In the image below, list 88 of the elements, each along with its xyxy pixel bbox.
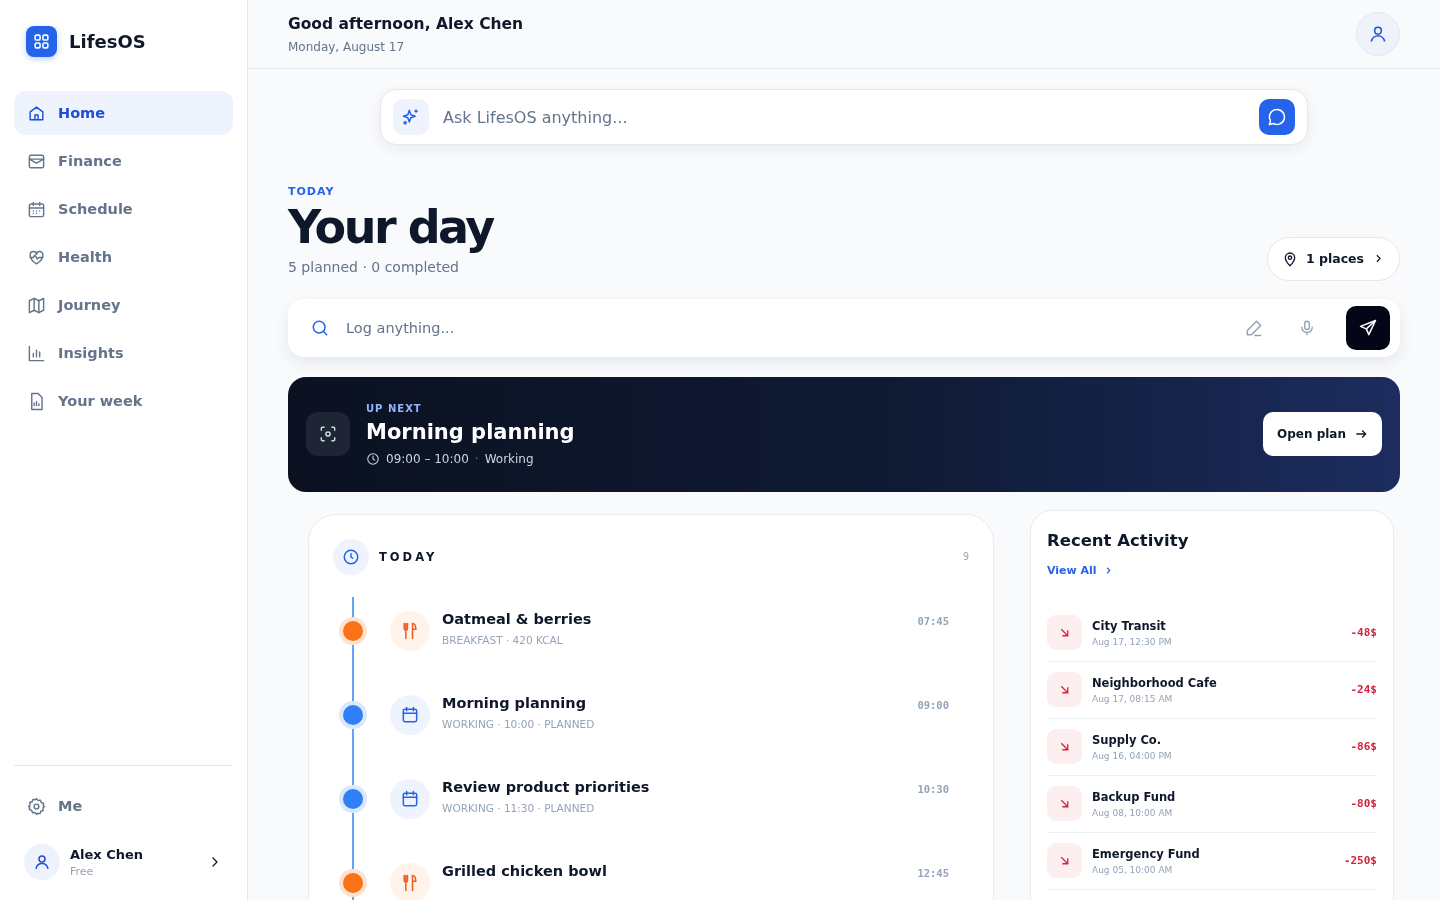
log-field[interactable]: Log anything... (344, 318, 1230, 337)
transaction-name: City Transit (1092, 618, 1167, 633)
avatar-icon (24, 844, 60, 880)
transaction-amount: -86$ (1350, 740, 1377, 754)
nav-item[interactable]: Finance (14, 139, 233, 183)
event-time: 12:45 (917, 866, 949, 879)
utensils-icon (390, 610, 430, 651)
up-next-label: UP NEXT (366, 402, 423, 414)
calendar-icon (390, 694, 430, 735)
event-title: Morning planning (442, 694, 588, 711)
view-all-link[interactable]: View All (1047, 563, 1114, 577)
nav-item[interactable]: Health (14, 235, 233, 279)
card-title: Recent Activity (1047, 530, 1190, 550)
focus-icon (306, 412, 350, 457)
item-count: 9 (962, 551, 969, 563)
nav-item[interactable]: Insights (14, 331, 233, 375)
arrow-down-right-icon (1047, 615, 1082, 651)
ask-bar[interactable]: Ask LifesOS anything... (380, 89, 1308, 145)
event-title: Morning planning (366, 419, 576, 444)
transaction-date: Aug 05, 10:00 AM (1092, 864, 1174, 875)
greeting: Good afternoon, Alex Chen (288, 14, 524, 33)
chat-bubble-icon (1267, 107, 1287, 127)
event-details: WORKING · 11:30 · PLANNED (442, 801, 596, 814)
settings-icon (27, 796, 46, 816)
event-details: BREAKFAST · 420 KCAL (442, 633, 564, 646)
timeline-dot (343, 788, 363, 809)
arrow-down-right-icon (1047, 843, 1082, 879)
places-button[interactable]: 1 places (1266, 236, 1400, 281)
event-time: 09:00 (917, 698, 949, 711)
nav-item[interactable]: Journey (14, 283, 233, 327)
timeline-dot (343, 620, 363, 641)
transaction-amount: -24$ (1350, 683, 1377, 697)
event-time: 09:00 – 10:00 (386, 451, 469, 466)
timeline-title: TODAY (379, 549, 439, 564)
transaction-date: Aug 17, 12:30 PM (1092, 636, 1173, 647)
transaction-amount: -80$ (1350, 797, 1377, 811)
transaction-name: Neighborhood Cafe (1092, 675, 1218, 690)
nav-item[interactable]: Home (14, 91, 233, 135)
map-icon (27, 295, 46, 315)
open-plan-button[interactable]: Open plan (1263, 412, 1382, 457)
transaction-amount: -48$ (1350, 626, 1377, 640)
arrow-down-right-icon (1047, 729, 1082, 765)
transaction-date: Aug 17, 08:15 AM (1092, 693, 1174, 704)
clock-icon (366, 451, 380, 466)
nav-item[interactable]: Your week (14, 379, 233, 423)
sparkle-icon (393, 99, 429, 135)
event-title: Review product priorities (442, 778, 651, 795)
event-time: 07:45 (917, 614, 949, 627)
bar-chart-icon (27, 343, 46, 363)
event-details: WORKING · 10:00 · PLANNED (442, 717, 596, 730)
log-bar[interactable]: Log anything... (288, 298, 1400, 357)
arrow-down-right-icon (1047, 672, 1082, 708)
date-text: Monday, August 17 (288, 39, 406, 54)
day-summary: 5 planned · 0 completed (288, 258, 460, 275)
send-button[interactable] (1346, 305, 1390, 350)
separator-dot: · (474, 451, 479, 466)
page-title: Your day (288, 202, 493, 253)
clock-icon (333, 538, 369, 575)
event-title: Grilled chicken bowl (442, 862, 608, 879)
transaction-date: Aug 08, 10:00 AM (1092, 807, 1174, 818)
transaction-date: Aug 16, 04:00 PM (1092, 750, 1173, 761)
chat-button[interactable] (1259, 99, 1295, 135)
send-icon (1358, 317, 1378, 338)
arrow-down-right-icon (1047, 786, 1082, 822)
utensils-icon (390, 862, 430, 900)
logo-icon (26, 26, 57, 57)
section-label: TODAY (288, 185, 336, 198)
transaction-name: Emergency Fund (1092, 846, 1201, 861)
app-name: LifesOS (69, 31, 146, 52)
event-title: Oatmeal & berries (442, 610, 593, 627)
user-icon (1368, 24, 1388, 44)
calendar-icon (27, 199, 46, 219)
nav-item[interactable]: Me (14, 784, 233, 828)
user-plan: Free (70, 864, 95, 878)
transaction-name: Backup Fund (1092, 789, 1177, 804)
user-name: Alex Chen (70, 846, 145, 862)
transaction-name: Supply Co. (1092, 732, 1163, 747)
profile-button[interactable] (1356, 12, 1400, 56)
wallet-icon (27, 151, 46, 171)
timeline-dot (343, 704, 363, 725)
home-icon (27, 103, 46, 123)
nav-item[interactable]: Schedule (14, 187, 233, 231)
event-category: Working (484, 451, 534, 466)
timeline-dot (343, 872, 363, 893)
event-time: 10:30 (917, 782, 949, 795)
transaction-amount: -250$ (1343, 854, 1377, 868)
ask-field[interactable]: Ask LifesOS anything... (441, 106, 1247, 128)
calendar-icon (390, 778, 430, 819)
